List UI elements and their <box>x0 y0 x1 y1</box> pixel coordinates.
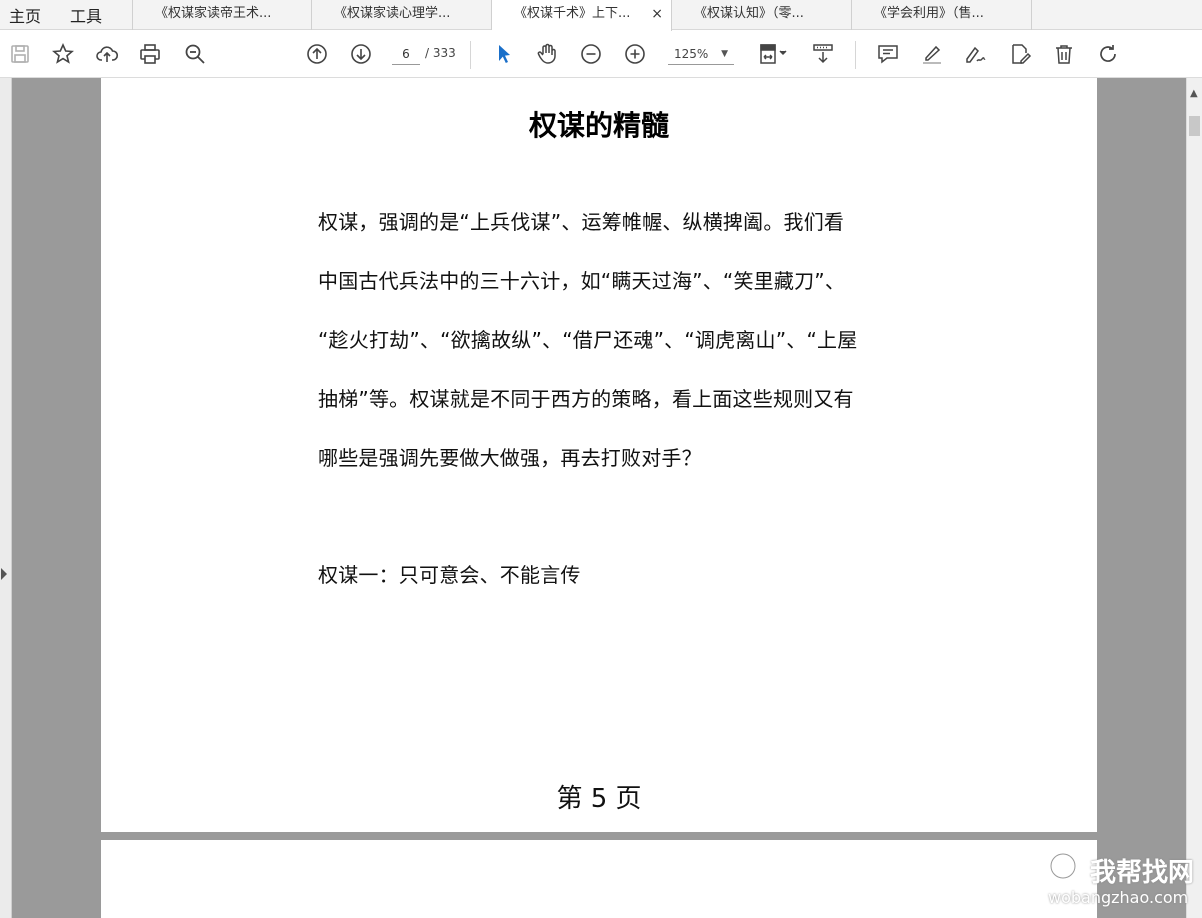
magnifier-logo-icon <box>1049 852 1086 889</box>
page-up-icon[interactable] <box>303 40 331 68</box>
page-number-input[interactable] <box>392 43 420 65</box>
tab-label: 《权谋认知》（零... <box>694 6 804 21</box>
scroll-up-icon[interactable]: ▲ <box>1190 88 1198 99</box>
tab-document-4[interactable]: 《权谋认知》（零... <box>672 0 852 30</box>
print-icon[interactable] <box>136 40 164 68</box>
tab-document-1[interactable]: 《权谋家读帝王术... <box>132 0 312 30</box>
tab-label: 《权谋家读心理学... <box>334 6 451 21</box>
delete-icon[interactable] <box>1050 40 1078 68</box>
tab-label: 《权谋家读帝王术... <box>155 6 272 21</box>
paragraph-line: 抽梯”等。权谋就是不同于西方的策略，看上面这些规则又有 <box>318 387 854 411</box>
menu-home[interactable]: 主页 <box>9 3 41 27</box>
paragraph-line: 哪些是强调先要做大做强，再去打败对手？ <box>318 446 702 470</box>
tab-document-2[interactable]: 《权谋家读心理学... <box>312 0 492 30</box>
tab-label: 《权谋千术》上下... <box>514 6 631 21</box>
watermark-text-en: wobangzhao.com <box>1048 888 1189 907</box>
tab-document-5[interactable]: 《学会利用》（售... <box>852 0 1032 30</box>
vertical-scrollbar[interactable]: ▲ <box>1186 78 1202 918</box>
section-heading: 权谋一：只可意会、不能言传 <box>318 563 581 587</box>
close-icon[interactable]: × <box>651 0 663 28</box>
watermark-text-cn: 我帮找网 <box>1090 858 1195 888</box>
fill-sign-icon[interactable] <box>1006 40 1034 68</box>
toolbar: / 333 125% ▼ <box>0 31 1202 78</box>
page-down-icon[interactable] <box>347 40 375 68</box>
sign-icon[interactable] <box>961 40 989 68</box>
zoom-out-icon[interactable] <box>577 40 605 68</box>
navigation-pane-strip[interactable] <box>0 78 12 918</box>
pdf-page-next <box>101 840 1097 918</box>
zoom-search-icon[interactable] <box>181 40 209 68</box>
tab-label: 《学会利用》（售... <box>874 6 984 21</box>
scroll-thumb[interactable] <box>1189 116 1200 136</box>
toolbar-divider <box>855 41 856 69</box>
expand-panel-icon[interactable] <box>1 568 7 580</box>
paragraph-line: 中国古代兵法中的三十六计，如“瞒天过海”、“笑里藏刀”、 <box>318 269 846 293</box>
comment-icon[interactable] <box>874 40 902 68</box>
rotate-icon[interactable] <box>1094 40 1122 68</box>
highlight-icon[interactable] <box>918 40 946 68</box>
menu-tools[interactable]: 工具 <box>70 3 102 27</box>
pdf-page: 权谋的精髓 权谋，强调的是“上兵伐谋”、运筹帷幄、纵横捭阖。我们看 中国古代兵法… <box>101 78 1097 832</box>
save-icon[interactable] <box>6 40 34 68</box>
watermark: 我帮找网 wobangzhao.com <box>1040 846 1200 912</box>
hand-tool-icon[interactable] <box>533 40 561 68</box>
upload-cloud-icon[interactable] <box>93 40 121 68</box>
page-title: 权谋的精髓 <box>528 109 669 142</box>
page-number-label: 第 5 页 <box>556 784 642 814</box>
zoom-value: 125% <box>674 47 709 61</box>
bookmark-star-icon[interactable] <box>49 40 77 68</box>
select-cursor-icon[interactable] <box>490 40 518 68</box>
paragraph-line: “趁火打劫”、“欲擒故纵”、“借尸还魂”、“调虎离山”、“上屋 <box>318 328 858 352</box>
zoom-in-icon[interactable] <box>621 40 649 68</box>
fit-page-icon[interactable] <box>754 40 790 68</box>
zoom-select[interactable]: 125% ▼ <box>668 43 734 65</box>
toolbar-divider <box>470 41 471 69</box>
chevron-down-icon: ▼ <box>721 49 728 59</box>
scroll-mode-icon[interactable] <box>809 40 837 68</box>
page-total: / 333 <box>425 46 456 60</box>
tab-bar: 主页 工具 《权谋家读帝王术... 《权谋家读心理学... 《权谋千术》上下..… <box>0 0 1202 31</box>
tab-document-3-active[interactable]: 《权谋千术》上下... × <box>492 0 672 31</box>
paragraph-line: 权谋，强调的是“上兵伐谋”、运筹帷幄、纵横捭阖。我们看 <box>318 210 845 234</box>
